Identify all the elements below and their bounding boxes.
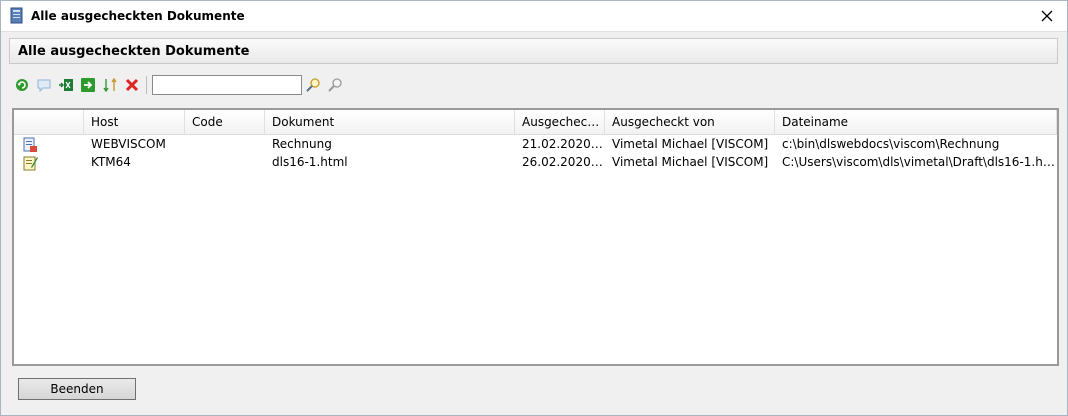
panel-title: Alle ausgecheckten Dokumente (18, 43, 250, 59)
column-header-host[interactable]: Host (84, 110, 185, 134)
row-icon-cell (14, 135, 84, 153)
cell-code (185, 135, 265, 153)
dialog-window: Alle ausgecheckten Dokumente Alle ausgec… (0, 0, 1068, 416)
delete-button[interactable] (121, 74, 143, 96)
cell-dokument: Rechnung (272, 137, 332, 151)
cell-ausgecheckt-am: 26.02.2020 12:00 (522, 155, 605, 169)
search-reset-icon (328, 78, 342, 92)
column-header-code[interactable]: Code (185, 110, 265, 134)
close-button[interactable] (1027, 1, 1067, 31)
cell-ausgecheckt-am: 21.02.2020 12:00 (522, 137, 605, 151)
column-header-dokument[interactable]: Dokument (265, 110, 515, 134)
column-header-ausgecheckt-am[interactable]: Ausgecheckt am (515, 110, 605, 134)
table-header: Host Code Dokument Ausgecheckt am Ausgec… (14, 110, 1057, 135)
refresh-button[interactable] (11, 74, 33, 96)
toolbar (11, 73, 1058, 97)
window-title: Alle ausgecheckten Dokumente (31, 9, 245, 23)
column-header-icon[interactable] (14, 110, 84, 134)
search-icon (306, 78, 320, 92)
toolbar-separator (146, 76, 147, 94)
document-draft-icon (23, 156, 38, 170)
table-row[interactable]: WEBVISCOM Rechnung 21.02.2020 12:00 Vime… (14, 135, 1057, 153)
export-excel-button[interactable] (55, 74, 77, 96)
search-button[interactable] (302, 74, 324, 96)
panel-header: Alle ausgecheckten Dokumente (9, 38, 1058, 64)
cell-dokument: dls16-1.html (272, 155, 348, 169)
cell-dateiname: c:\bin\dlswebdocs\viscom\Rechnung (782, 137, 1000, 151)
documents-table: Host Code Dokument Ausgecheckt am Ausgec… (12, 108, 1059, 366)
filter-icon (103, 77, 117, 93)
document-icon (10, 7, 23, 24)
cell-ausgecheckt-von: Vimetal Michael [VISCOM] (612, 137, 769, 151)
column-header-dateiname[interactable]: Dateiname (775, 110, 1057, 134)
beenden-button[interactable]: Beenden (18, 378, 136, 400)
cell-ausgecheckt-von: Vimetal Michael [VISCOM] (612, 155, 769, 169)
row-icon-cell (14, 153, 84, 171)
search-reset-button[interactable] (324, 74, 346, 96)
table-row[interactable]: KTM64 dls16-1.html 26.02.2020 12:00 Vime… (14, 153, 1057, 171)
search-input[interactable] (152, 75, 302, 95)
checkin-arrow-icon (81, 78, 95, 92)
cell-host: WEBVISCOM (91, 137, 166, 151)
document-edit-icon (23, 137, 37, 152)
filter-button[interactable] (99, 74, 121, 96)
cell-code (185, 153, 265, 171)
export-excel-icon (59, 79, 73, 91)
delete-icon (125, 78, 139, 92)
column-header-ausgecheckt-von[interactable]: Ausgecheckt von (605, 110, 775, 134)
close-icon (1041, 10, 1053, 22)
title-bar: Alle ausgecheckten Dokumente (1, 1, 1067, 32)
checkin-button[interactable] (77, 74, 99, 96)
refresh-icon (16, 79, 28, 91)
cell-host: KTM64 (91, 155, 131, 169)
cell-dateiname: C:\Users\viscom\dls\vimetal\Draft\dls16-… (782, 155, 1057, 169)
comment-button[interactable] (33, 74, 55, 96)
comment-icon (37, 79, 51, 93)
